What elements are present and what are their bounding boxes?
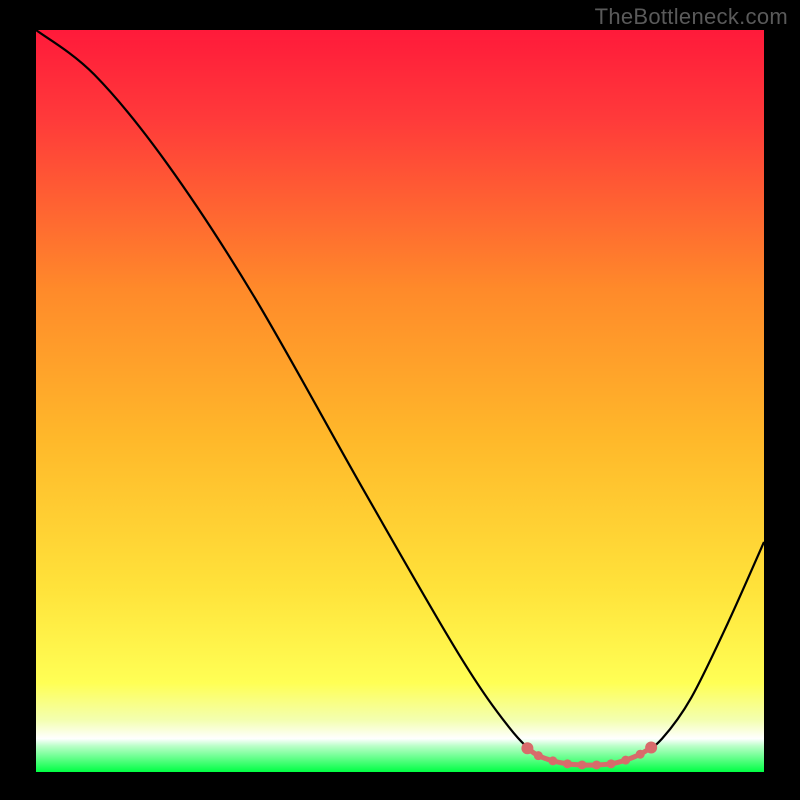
marker-dot [534,751,543,760]
marker-dot [645,742,657,754]
marker-dot [636,750,645,759]
marker-dot [592,760,601,769]
marker-dot [607,759,616,768]
chart-container: { "watermark": "TheBottleneck.com", "col… [0,0,800,800]
watermark-text: TheBottleneck.com [595,4,788,30]
marker-dot [621,756,630,765]
marker-dot [548,756,557,765]
marker-dot [563,759,572,768]
plot-background [36,30,764,772]
marker-dot [521,742,533,754]
bottleneck-chart [0,0,800,800]
marker-dot [578,760,587,769]
